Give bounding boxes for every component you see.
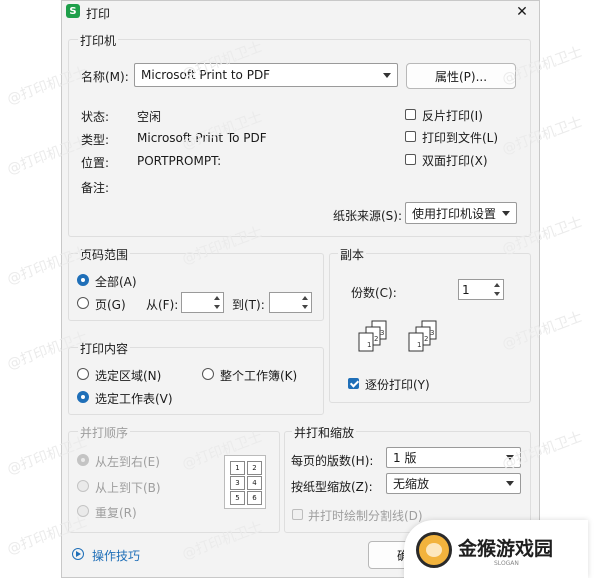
page-range-all-label: 全部(A) [95, 275, 137, 289]
repeat-label: 重复(R) [95, 506, 137, 520]
print-dialog: S 打印 ✕ 打印机 名称(M): Microsoft Print to PDF… [61, 0, 540, 578]
chevron-down-icon [506, 481, 514, 486]
monkey-logo-icon [416, 532, 452, 568]
to-label: 到(T): [232, 298, 265, 312]
collate-illustration-icon: 321 321 [358, 320, 437, 352]
site-badge: 金猴游戏园 SLOGAN [404, 520, 588, 578]
from-page-input[interactable] [181, 292, 224, 313]
left-to-right-label: 从左到右(E) [95, 455, 160, 469]
duplex-label: 双面打印(X) [422, 154, 488, 168]
page-range-pages-radio[interactable] [77, 297, 89, 309]
paper-source-select[interactable]: 使用打印机设置 [405, 202, 517, 224]
preview-cell: 3 [230, 476, 245, 490]
window-title: 打印 [86, 7, 111, 21]
arrow-down-icon [302, 304, 308, 309]
svg-text:1: 1 [417, 341, 421, 349]
app-icon: S [66, 4, 80, 18]
top-to-bottom-label: 从上到下(B) [95, 481, 161, 495]
paper-source-value: 使用打印机设置 [412, 206, 497, 221]
arrow-down-icon [214, 304, 220, 309]
copies-stepper[interactable] [492, 281, 502, 298]
copies-count-value: 1 [462, 282, 470, 297]
scaling-title: 并打和缩放 [292, 424, 357, 441]
copies-title: 副本 [338, 246, 367, 263]
selected-sheets-radio[interactable] [77, 391, 89, 403]
chevron-down-icon [383, 72, 391, 78]
preview-cell: 6 [247, 491, 262, 505]
to-page-stepper[interactable] [300, 294, 310, 311]
reverse-print-checkbox[interactable] [405, 109, 416, 120]
from-label: 从(F): [146, 298, 179, 312]
printer-group-title: 打印机 [78, 32, 119, 49]
close-icon[interactable]: ✕ [513, 3, 531, 21]
draw-borders-checkbox[interactable] [292, 509, 303, 520]
arrow-up-icon [494, 283, 500, 288]
scale-to-paper-select[interactable]: 无缩放 [386, 473, 521, 494]
top-to-bottom-radio[interactable] [77, 480, 89, 492]
whole-workbook-radio[interactable] [202, 368, 214, 380]
selection-radio[interactable] [77, 368, 89, 380]
print-to-file-label: 打印到文件(L) [422, 131, 499, 145]
selection-label: 选定区域(N) [95, 369, 162, 383]
arrow-up-icon [214, 296, 220, 301]
repeat-radio[interactable] [77, 505, 89, 517]
print-to-file-checkbox[interactable] [405, 131, 416, 142]
pages-per-sheet-value: 1 版 [393, 451, 417, 465]
svg-text:3: 3 [430, 329, 434, 337]
chevron-down-icon [506, 455, 514, 460]
tips-play-icon[interactable] [72, 548, 84, 560]
paper-source-label: 纸张来源(S): [333, 209, 403, 223]
badge-subtext: SLOGAN [494, 560, 519, 567]
svg-text:2: 2 [374, 335, 378, 343]
draw-borders-label: 并打时绘制分割线(D) [308, 509, 423, 523]
duplex-checkbox[interactable] [405, 154, 416, 165]
chevron-down-icon [502, 210, 510, 216]
svg-text:1: 1 [367, 341, 371, 349]
badge-text: 金猴游戏园 [458, 538, 554, 560]
preview-cell: 2 [247, 461, 262, 475]
from-page-stepper[interactable] [212, 294, 222, 311]
page-range-title: 页码范围 [78, 246, 131, 263]
scale-to-paper-value: 无缩放 [393, 477, 430, 491]
whole-workbook-label: 整个工作簿(K) [220, 369, 298, 383]
status-value: 空闲 [137, 110, 162, 124]
pages-per-sheet-label: 每页的版数(H): [291, 454, 374, 468]
monkey-face [426, 543, 442, 557]
print-content-title: 打印内容 [78, 340, 131, 357]
preview-cell: 4 [247, 476, 262, 490]
svg-text:3: 3 [380, 329, 384, 337]
scale-to-paper-label: 按纸型缩放(Z): [291, 480, 373, 494]
type-label: 类型: [81, 133, 110, 147]
copies-count-input[interactable]: 1 [458, 279, 504, 300]
collate-label: 逐份打印(Y) [365, 378, 430, 392]
location-label: 位置: [81, 156, 110, 170]
tips-link[interactable]: 操作技巧 [92, 547, 140, 564]
page-range-pages-label: 页(G) [95, 298, 126, 312]
pages-per-sheet-select[interactable]: 1 版 [386, 447, 521, 468]
printer-name-select[interactable]: Microsoft Print to PDF [134, 63, 398, 87]
properties-button[interactable]: 属性(P)... [406, 63, 516, 89]
collate-checkbox[interactable] [348, 378, 359, 389]
page-range-all-radio[interactable] [77, 274, 89, 286]
svg-text:2: 2 [424, 335, 428, 343]
copies-count-label: 份数(C): [351, 286, 397, 300]
comment-label: 备注: [81, 181, 110, 195]
arrow-up-icon [302, 296, 308, 301]
preview-cell: 1 [230, 461, 245, 475]
print-order-preview: 1 2 3 4 5 6 [224, 455, 266, 509]
to-page-input[interactable] [269, 292, 312, 313]
selected-sheets-label: 选定工作表(V) [95, 392, 173, 406]
left-to-right-radio[interactable] [77, 454, 89, 466]
play-icon [76, 551, 81, 557]
type-value: Microsoft Print To PDF [137, 131, 267, 145]
printer-name-label: 名称(M): [81, 70, 129, 84]
print-order-title: 并打顺序 [78, 424, 131, 441]
title-bar: S 打印 ✕ [62, 1, 539, 23]
arrow-down-icon [494, 291, 500, 296]
printer-name-value: Microsoft Print to PDF [141, 68, 271, 82]
preview-cell: 5 [230, 491, 245, 505]
status-label: 状态: [81, 110, 110, 124]
reverse-print-label: 反片打印(I) [422, 109, 483, 123]
location-value: PORTPROMPT: [137, 154, 222, 168]
